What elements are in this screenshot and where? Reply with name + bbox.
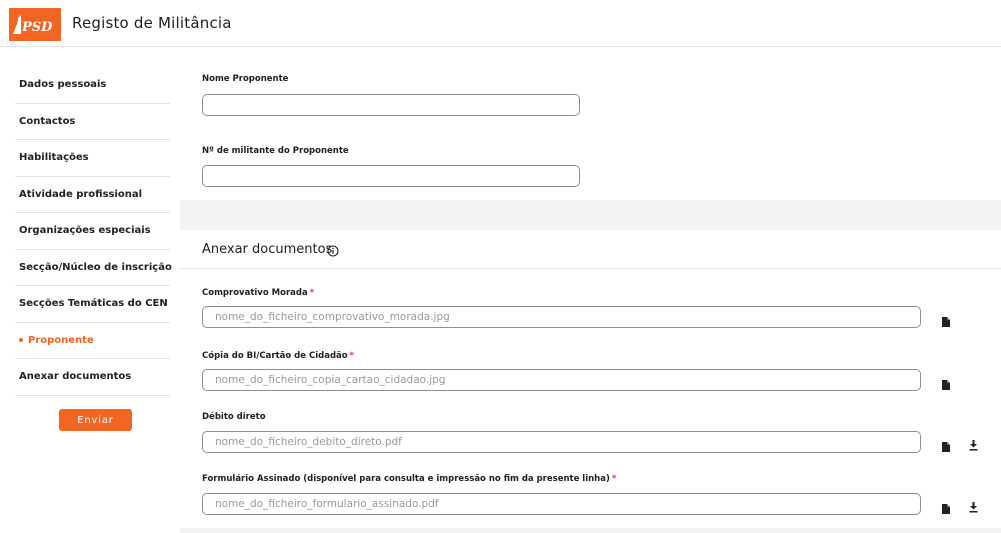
sidebar-item-label: Secções Temáticas do CEN bbox=[19, 298, 168, 310]
info-icon[interactable] bbox=[327, 242, 339, 261]
debito-direto-file-input[interactable]: nome_do_ficheiro_debito_direto.pdf bbox=[202, 431, 921, 453]
nome-proponente-input[interactable] bbox=[202, 94, 580, 116]
sidebar: Dados pessoais Contactos Habilitações At… bbox=[0, 47, 180, 533]
app-header: PSD Registo de Militância bbox=[0, 0, 1001, 47]
proponente-card: Nome Proponente Nº de militante do Propo… bbox=[180, 47, 1001, 200]
download-icon[interactable] bbox=[969, 436, 978, 455]
sidebar-item-atividade-profissional[interactable]: Atividade profissional bbox=[15, 177, 170, 213]
sidebar-item-habilitacoes[interactable]: Habilitações bbox=[15, 140, 170, 177]
sidebar-item-dados-pessoais[interactable]: Dados pessoais bbox=[15, 67, 170, 104]
required-marker: * bbox=[611, 474, 617, 484]
formulario-assinado-label: Formulário Assinado (disponível para con… bbox=[202, 474, 616, 484]
comprovativo-morada-file-input[interactable]: nome_do_ficheiro_comprovativo_morada.jpg bbox=[202, 306, 921, 328]
field-label-text: Cópia do BI/Cartão de Cidadão bbox=[202, 351, 348, 361]
file-icon[interactable] bbox=[942, 499, 950, 518]
field-label-text: Comprovativo Morada bbox=[202, 288, 308, 298]
sidebar-item-label: Proponente bbox=[28, 334, 94, 346]
nome-proponente-label: Nome Proponente bbox=[202, 74, 289, 84]
sidebar-item-seccao-nucleo[interactable]: Secção/Núcleo de inscrição bbox=[15, 250, 172, 286]
file-icon[interactable] bbox=[942, 437, 950, 456]
required-marker: * bbox=[349, 351, 355, 361]
page-title: Registo de Militância bbox=[72, 14, 232, 32]
sidebar-item-contactos[interactable]: Contactos bbox=[15, 104, 170, 140]
required-marker: * bbox=[309, 288, 315, 298]
send-button[interactable]: Enviar bbox=[59, 409, 132, 431]
active-indicator bbox=[19, 338, 23, 343]
logo-text: PSD bbox=[21, 20, 53, 35]
sidebar-nav: Dados pessoais Contactos Habilitações At… bbox=[15, 67, 172, 396]
field-label-text: Débito direto bbox=[202, 412, 266, 422]
copia-bi-file-input[interactable]: nome_do_ficheiro_copia_cartao_cidadao.jp… bbox=[202, 369, 921, 391]
sidebar-item-anexar-documentos[interactable]: Anexar documentos bbox=[15, 359, 170, 396]
sidebar-item-label: Secção/Núcleo de inscrição bbox=[19, 261, 172, 273]
numero-militante-label: Nº de militante do Proponente bbox=[202, 146, 349, 156]
anexar-documentos-card: Anexar documentos Comprovativo Morada * n… bbox=[180, 230, 1001, 528]
copia-bi-label: Cópia do BI/Cartão de Cidadão * bbox=[202, 351, 354, 361]
formulario-assinado-file-input[interactable]: nome_do_ficheiro_formulario_assinado.pdf bbox=[202, 493, 921, 515]
download-icon[interactable] bbox=[969, 498, 978, 517]
debito-direto-label: Débito direto bbox=[202, 412, 268, 422]
psd-logo: PSD bbox=[9, 8, 61, 41]
field-label-text: Formulário Assinado (disponível para con… bbox=[202, 474, 610, 484]
sidebar-item-label: Habilitações bbox=[19, 152, 89, 164]
sidebar-item-label: Anexar documentos bbox=[19, 371, 132, 383]
sidebar-item-label: Atividade profissional bbox=[19, 188, 143, 200]
sidebar-item-proponente[interactable]: Proponente bbox=[15, 323, 170, 359]
sidebar-item-label: Dados pessoais bbox=[19, 79, 107, 91]
numero-militante-input[interactable] bbox=[202, 165, 580, 187]
sidebar-item-organizacoes-especiais[interactable]: Organizações especiais bbox=[15, 213, 170, 250]
file-icon[interactable] bbox=[942, 375, 950, 394]
comprovativo-morada-label: Comprovativo Morada * bbox=[202, 288, 314, 298]
sidebar-item-seccoes-tematicas[interactable]: Secções Temáticas do CEN bbox=[15, 286, 170, 323]
section-header: Anexar documentos bbox=[180, 230, 1001, 269]
sidebar-item-label: Contactos bbox=[19, 115, 76, 127]
file-icon[interactable] bbox=[942, 312, 950, 331]
section-title: Anexar documentos bbox=[202, 242, 333, 257]
sidebar-item-label: Organizações especiais bbox=[19, 225, 151, 237]
